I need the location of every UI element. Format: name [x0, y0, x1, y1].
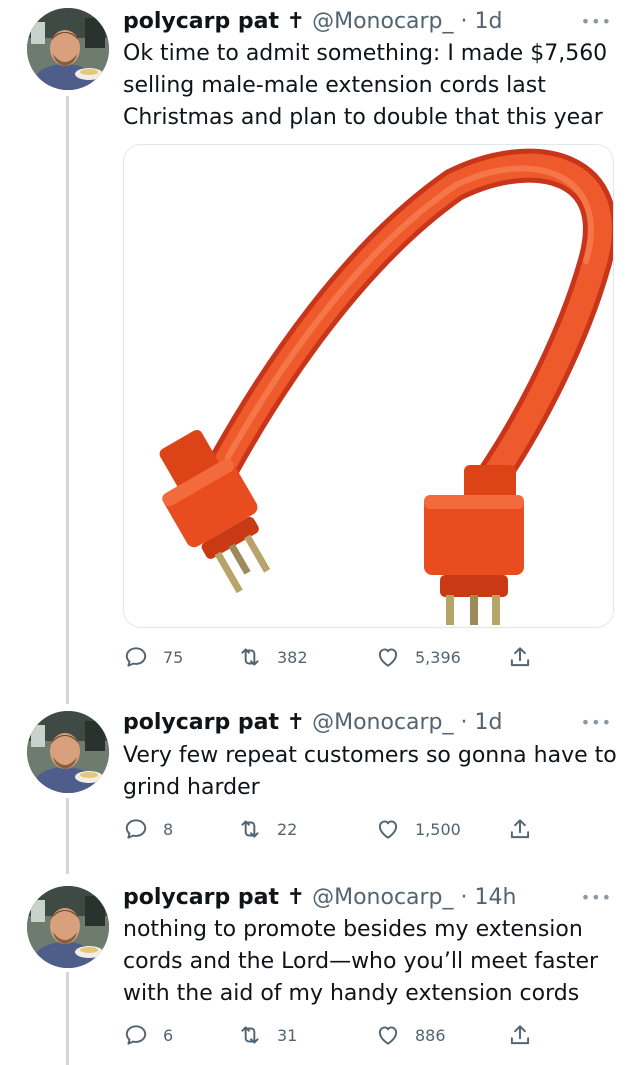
- reply-button[interactable]: 6: [123, 1021, 173, 1049]
- retweet-button[interactable]: 22: [237, 815, 297, 843]
- thread-line: [66, 972, 69, 1065]
- user-handle[interactable]: @Monocarp_: [312, 9, 453, 34]
- share-icon: [510, 819, 530, 839]
- tweet-text: nothing to promote besides my extension …: [123, 917, 599, 1006]
- reply-icon: [125, 647, 147, 667]
- reply-icon: [125, 819, 147, 839]
- retweet-icon: [241, 648, 259, 666]
- display-name[interactable]: polycarp pat ✝: [123, 710, 305, 735]
- avatar[interactable]: [27, 711, 109, 793]
- separator: ·: [460, 885, 468, 910]
- share-icon: [510, 1025, 530, 1045]
- reply-count: 6: [163, 1025, 174, 1045]
- display-name[interactable]: polycarp pat ✝: [123, 885, 305, 910]
- reply-count: 8: [163, 819, 174, 839]
- avatar-photo: [27, 886, 109, 968]
- timestamp[interactable]: 1d: [475, 9, 503, 34]
- tweet-text: Very few repeat customers so gonna have …: [123, 743, 617, 800]
- display-name[interactable]: polycarp pat ✝: [123, 9, 305, 34]
- retweet-count: 382: [277, 647, 308, 667]
- retweet-count: 31: [277, 1025, 298, 1045]
- separator: ·: [460, 710, 468, 735]
- tweet-header: polycarp pat ✝ @Monocarp_ · 14h: [123, 885, 516, 911]
- more-options-icon[interactable]: •••: [581, 713, 612, 732]
- like-button[interactable]: 5,396: [375, 643, 461, 671]
- share-button[interactable]: [507, 643, 533, 671]
- like-count: 886: [415, 1025, 446, 1045]
- user-handle[interactable]: @Monocarp_: [312, 710, 453, 735]
- timestamp[interactable]: 14h: [475, 885, 517, 910]
- like-count: 1,500: [415, 819, 461, 839]
- reply-icon: [125, 1025, 147, 1045]
- separator: ·: [460, 9, 468, 34]
- tweet-image[interactable]: [123, 144, 614, 628]
- like-button[interactable]: 886: [375, 1021, 446, 1049]
- retweet-icon: [241, 820, 259, 838]
- tweet: polycarp pat ✝ @Monocarp_ · 1d ••• Ok ti…: [0, 0, 640, 700]
- like-button[interactable]: 1,500: [375, 815, 461, 843]
- extension-cord-image: [159, 148, 613, 625]
- tweet-actions: 6 31 886: [123, 1021, 543, 1049]
- retweet-icon: [241, 1026, 259, 1044]
- tweet-actions: 8 22 1,500: [123, 815, 543, 843]
- tweet-text: Ok time to admit something: I made $7,56…: [123, 41, 608, 130]
- heart-icon: [378, 820, 398, 839]
- retweet-button[interactable]: 382: [237, 643, 308, 671]
- thread-line: [66, 798, 69, 874]
- tweet-header: polycarp pat ✝ @Monocarp_ · 1d: [123, 9, 503, 35]
- avatar-photo: [27, 8, 109, 90]
- reply-button[interactable]: 8: [123, 815, 173, 843]
- user-handle[interactable]: @Monocarp_: [312, 885, 453, 910]
- more-options-icon[interactable]: •••: [581, 12, 612, 31]
- avatar[interactable]: [27, 8, 109, 90]
- share-button[interactable]: [507, 1021, 533, 1049]
- like-count: 5,396: [415, 647, 461, 667]
- heart-icon: [378, 1026, 398, 1045]
- more-options-icon[interactable]: •••: [581, 888, 612, 907]
- reply-button[interactable]: 75: [123, 643, 183, 671]
- retweet-count: 22: [277, 819, 298, 839]
- share-icon: [510, 647, 530, 667]
- tweet-actions: 75 382 5,396: [123, 643, 543, 671]
- timestamp[interactable]: 1d: [475, 710, 503, 735]
- retweet-button[interactable]: 31: [237, 1021, 297, 1049]
- tweet-header: polycarp pat ✝ @Monocarp_ · 1d: [123, 710, 503, 736]
- heart-icon: [378, 648, 398, 667]
- reply-count: 75: [163, 647, 184, 667]
- share-button[interactable]: [507, 815, 533, 843]
- avatar[interactable]: [27, 886, 109, 968]
- avatar-photo: [27, 711, 109, 793]
